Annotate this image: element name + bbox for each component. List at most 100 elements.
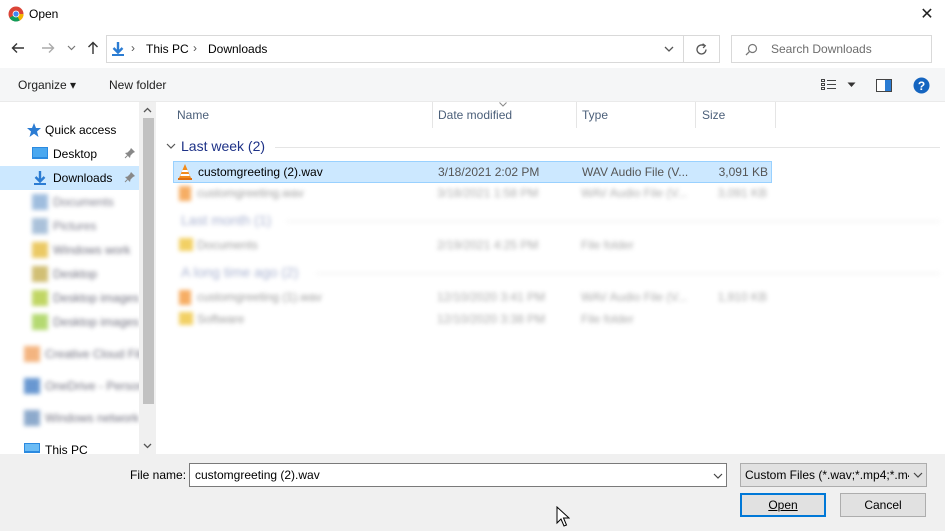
sidebar-item-creative-cloud[interactable]: Creative Cloud Files	[0, 342, 153, 366]
sidebar-item-onedrive[interactable]: OneDrive - Personal	[0, 374, 154, 398]
refresh-icon	[696, 42, 707, 55]
sidebar-item-this-pc[interactable]: This PC	[0, 438, 139, 454]
sidebar-item-folder[interactable]: Windows work	[0, 238, 139, 262]
group-label: Last week (2)	[181, 138, 266, 154]
chevron-down-icon[interactable]	[713, 473, 723, 480]
column-divider[interactable]	[576, 102, 577, 128]
sidebar-item-network[interactable]: Windows network	[0, 406, 139, 430]
cancel-button-label: Cancel	[864, 498, 902, 512]
table-row[interactable]: customgreeting.wav 3/18/2021 1:58 PM WAV…	[173, 183, 772, 205]
breadcrumb-this-pc[interactable]: This PC	[146, 42, 189, 56]
pc-icon	[24, 443, 40, 453]
folder-icon	[179, 312, 193, 325]
column-header-date-modified[interactable]: Date modified	[438, 108, 512, 122]
column-header-type[interactable]: Type	[582, 108, 608, 122]
sidebar-item-folder[interactable]: Desktop images 2	[0, 310, 149, 334]
file-date: 3/18/2021 1:58 PM	[437, 186, 539, 200]
group-header[interactable]: A long time ago (2)	[166, 264, 940, 282]
file-name: Software	[197, 312, 245, 326]
table-row[interactable]: customgreeting (2).wav 3/18/2021 2:02 PM…	[173, 161, 772, 183]
sidebar-item-label: Desktop	[53, 147, 98, 161]
sidebar-item-label: Pictures	[53, 219, 97, 233]
column-divider[interactable]	[775, 102, 776, 128]
group-header[interactable]: Last week (2)	[166, 138, 940, 156]
column-header-name[interactable]: Name	[177, 108, 209, 122]
search-box[interactable]: Search Downloads	[731, 35, 932, 63]
forward-button[interactable]	[39, 39, 57, 57]
back-button[interactable]	[9, 39, 27, 57]
sidebar-item-folder[interactable]: Desktop	[0, 262, 139, 286]
sidebar-item-quick-access[interactable]: Quick access	[0, 118, 139, 142]
new-folder-button[interactable]: New folder	[109, 78, 166, 92]
vlc-icon	[178, 164, 192, 180]
table-row[interactable]: Documents 2/19/2021 4:25 PM File folder	[173, 235, 772, 257]
file-name-value: customgreeting (2).wav	[195, 468, 320, 482]
bottom-panel: File name: customgreeting (2).wav Custom…	[0, 454, 945, 531]
address-row: › This PC › Downloads Search Downloads	[0, 30, 945, 68]
sidebar-item-label: This PC	[45, 443, 88, 454]
column-divider[interactable]	[695, 102, 696, 128]
sidebar-item-folder[interactable]: Desktop images	[0, 286, 139, 310]
recent-locations-button[interactable]	[64, 39, 78, 57]
file-size: 1,910 KB	[717, 290, 767, 304]
file-list: Name Date modified Type Size Last week (…	[156, 102, 945, 454]
preview-pane-icon[interactable]	[876, 79, 892, 92]
network-icon	[24, 410, 40, 426]
sidebar-scrollbar-thumb[interactable]	[143, 118, 154, 404]
vlc-icon	[179, 186, 191, 201]
sidebar-item-label: Desktop	[53, 267, 98, 281]
sidebar-item-label: OneDrive - Personal	[45, 379, 154, 393]
sidebar-item-documents[interactable]: Documents	[0, 190, 139, 214]
open-button-label: Open	[768, 498, 798, 512]
refresh-button[interactable]	[684, 35, 720, 63]
table-row[interactable]: Software 12/10/2020 3:38 PM File folder	[173, 309, 772, 331]
file-name: customgreeting (1).wav	[197, 290, 322, 304]
file-type: WAV Audio File (V...	[582, 165, 689, 179]
group-divider	[316, 273, 940, 274]
up-button[interactable]	[84, 39, 102, 57]
file-size: 3,091 KB	[717, 186, 767, 200]
breadcrumb-separator: ›	[131, 41, 135, 55]
file-name-input[interactable]: customgreeting (2).wav	[189, 463, 727, 487]
view-options-button[interactable]	[821, 77, 859, 93]
chevron-down-icon[interactable]	[664, 46, 674, 53]
arrow-up-icon	[88, 41, 98, 54]
folder-icon	[179, 238, 193, 251]
arrow-left-icon	[11, 43, 24, 53]
help-icon[interactable]: ?	[913, 77, 930, 94]
sidebar-item-label: Desktop images 2	[53, 315, 150, 329]
close-button[interactable]: ✕	[912, 2, 942, 26]
mouse-cursor-icon	[556, 506, 570, 527]
cloud-icon	[24, 346, 40, 362]
sidebar-item-label: Creative Cloud Files	[45, 347, 154, 361]
chevron-up-icon[interactable]	[143, 107, 152, 113]
file-type: File folder	[581, 238, 634, 252]
breadcrumb-downloads[interactable]: Downloads	[208, 42, 267, 56]
group-divider	[275, 147, 940, 148]
download-icon	[112, 42, 124, 56]
folder-icon	[32, 290, 48, 306]
group-divider	[286, 221, 940, 222]
file-name: customgreeting.wav	[197, 186, 304, 200]
open-button[interactable]: Open	[740, 493, 826, 517]
table-row[interactable]: customgreeting (1).wav 12/10/2020 3:41 P…	[173, 287, 772, 309]
chevron-down-icon	[913, 472, 923, 478]
file-type-select[interactable]: Custom Files (*.wav;*.mp4;*.m4	[740, 463, 927, 487]
column-header-size[interactable]: Size	[702, 108, 725, 122]
svg-text:?: ?	[918, 79, 925, 93]
address-bar[interactable]: › This PC › Downloads	[106, 35, 684, 63]
group-header[interactable]: Last month (1)	[166, 212, 940, 230]
file-name: customgreeting (2).wav	[198, 165, 323, 179]
file-type: WAV Audio File (V...	[581, 186, 688, 200]
cancel-button[interactable]: Cancel	[840, 493, 926, 517]
breadcrumb-separator: ›	[193, 41, 197, 55]
chevron-down-icon[interactable]	[143, 443, 152, 449]
sidebar-item-desktop[interactable]: Desktop	[0, 142, 139, 166]
file-date: 12/10/2020 3:41 PM	[437, 290, 546, 304]
sidebar-item-downloads[interactable]: Downloads	[0, 166, 139, 190]
organize-button[interactable]: Organize ▾	[18, 78, 76, 92]
title-bar: Open ✕	[0, 0, 945, 30]
file-type: File folder	[581, 312, 634, 326]
column-divider[interactable]	[432, 102, 433, 128]
sidebar-item-pictures[interactable]: Pictures	[0, 214, 139, 238]
